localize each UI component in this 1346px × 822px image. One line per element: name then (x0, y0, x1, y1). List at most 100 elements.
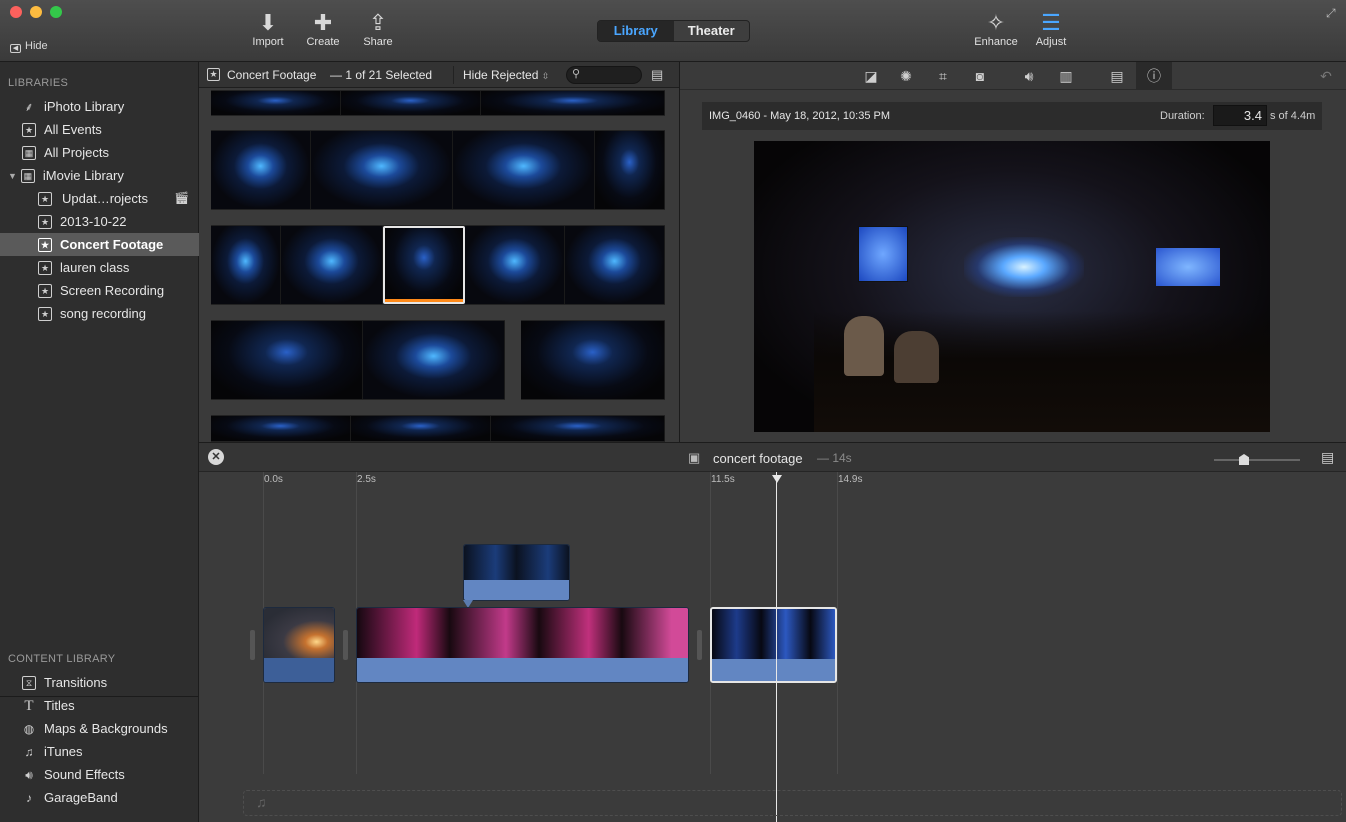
content-item-itunes[interactable]: ♫ iTunes (0, 740, 199, 763)
zoom-window-button[interactable] (50, 6, 62, 18)
content-item-transitions[interactable]: ⧖ Transitions (0, 671, 199, 694)
playhead[interactable] (776, 472, 777, 822)
ruler-tick (837, 472, 838, 774)
playhead-head[interactable] (772, 475, 782, 483)
clip-info-bar: IMG_0460 - May 18, 2012, 10:35 PM Durati… (702, 102, 1322, 130)
clip-name: IMG_0460 - May 18, 2012, 10:35 PM (709, 110, 890, 122)
minimize-window-button[interactable] (30, 6, 42, 18)
filmstrip-row[interactable] (211, 90, 665, 116)
transitions-icon: ⧖ (22, 675, 36, 690)
preview-person (844, 316, 884, 376)
crop-icon[interactable]: ⌗ (931, 66, 955, 86)
close-project-icon[interactable]: ✕ (208, 449, 224, 465)
filmstrip-icon[interactable]: ▤ (1105, 66, 1129, 86)
sidebar-item-label: song recording (60, 306, 146, 321)
filmstrip-settings-icon[interactable]: ▤ (651, 67, 663, 83)
import-label: Import (252, 36, 284, 48)
star-box-icon: ★ (22, 122, 36, 137)
sidebar-item-lauren-class[interactable]: ★ lauren class (0, 256, 199, 279)
zoom-slider[interactable] (1214, 454, 1300, 465)
transition-handle[interactable] (343, 630, 348, 660)
search-input[interactable] (585, 68, 637, 82)
titles-icon: T (24, 697, 34, 714)
divider (453, 66, 454, 84)
sidebar-item-all-projects[interactable]: ▦ All Projects (0, 141, 199, 164)
video-preview[interactable] (754, 141, 1270, 432)
create-button[interactable]: ✚ Create (293, 10, 353, 48)
enhance-label: Enhance (974, 36, 1018, 48)
zoom-slider-knob[interactable] (1239, 454, 1249, 465)
project-name: concert footage (713, 451, 803, 466)
timeline-settings-icon[interactable]: ▤ (1321, 449, 1334, 466)
sidebar-item-all-events[interactable]: ★ All Events (0, 118, 199, 141)
project-duration: — 14s (817, 451, 852, 465)
enhance-button[interactable]: ✧ Enhance (966, 10, 1026, 48)
hide-libraries-button[interactable]: ◀ Hide (10, 40, 48, 53)
tab-theater[interactable]: Theater (674, 21, 750, 41)
camera-stabilization-icon[interactable]: ◙ (968, 66, 992, 86)
duration-total: s of 4.4m (1270, 110, 1316, 122)
timeline-clip-sunset[interactable] (263, 607, 335, 683)
filmstrip-row[interactable] (211, 415, 665, 442)
content-item-sound-effects[interactable]: 🔊︎ Sound Effects (0, 763, 199, 786)
tab-library[interactable]: Library (598, 21, 674, 41)
sidebar-item-screen-recording[interactable]: ★ Screen Recording (0, 279, 199, 302)
adjust-label: Adjust (1035, 36, 1067, 48)
star-box-icon: ★ (207, 68, 220, 81)
timeline-clip-selected[interactable] (710, 607, 837, 683)
filmstrip-row[interactable] (521, 320, 665, 400)
content-item-garageband[interactable]: ♪ GarageBand (0, 786, 199, 809)
fullscreen-icon[interactable]: ⤢ (1326, 6, 1336, 21)
preview-screen-right (1156, 248, 1220, 286)
clapper-icon: 🎬︎ (174, 191, 190, 205)
content-item-maps-backgrounds[interactable]: ◍ Maps & Backgrounds (0, 717, 199, 740)
adjust-button[interactable]: ☰ Adjust (1021, 10, 1081, 48)
reset-icon[interactable]: ↶ (1314, 66, 1338, 86)
sidebar-item-song-recording[interactable]: ★ song recording (0, 302, 199, 325)
cutaway-clip[interactable] (463, 544, 570, 601)
info-icon[interactable]: ⓘ (1136, 62, 1172, 90)
timeline-clip-concert-pink[interactable] (356, 607, 689, 683)
magic-wand-icon: ✧ (986, 10, 1006, 35)
sidebar-item-concert-footage[interactable]: ★ Concert Footage (0, 233, 199, 256)
filmstrip-row[interactable] (211, 320, 505, 400)
search-field[interactable]: ⚲ (566, 66, 642, 84)
sidebar-item-updated-projects[interactable]: ★ Updat…rojects 🎬︎ (0, 187, 199, 210)
share-label: Share (363, 36, 393, 48)
plus-icon: ✚ (313, 10, 333, 35)
sidebar-item-iphoto-library[interactable]: ⸙ iPhoto Library (0, 95, 199, 118)
share-button[interactable]: ⇪ Share (348, 10, 408, 48)
filmstrip-row[interactable] (211, 130, 665, 210)
color-palette-icon[interactable]: ✺ (894, 66, 918, 86)
content-item-titles[interactable]: T Titles (0, 694, 199, 717)
music-note-icon: ♫ (24, 744, 34, 759)
filter-popup[interactable]: Hide Rejected ⇳ (463, 68, 549, 82)
libraries-heading: LIBRARIES (8, 77, 69, 89)
guitar-icon: ♪ (26, 790, 32, 805)
viewer-panel: ◪ ✺ ⌗ ◙ 🔊︎ ▥ ▤ ⓘ ↶ IMG_0460 - May 18, 20… (680, 62, 1346, 442)
timeline-header: ✕ ▣ concert footage — 14s ▤ (199, 442, 1346, 472)
filmstrip-row[interactable] (211, 225, 665, 305)
library-theater-switch: Library Theater (597, 20, 750, 42)
ruler-label: 0.0s (264, 474, 283, 485)
sidebar-item-2013-10-22[interactable]: ★ 2013-10-22 (0, 210, 199, 233)
filter-label: Hide Rejected (463, 68, 539, 82)
sidebar-item-imovie-library[interactable]: ▼ ▦ iMovie Library (0, 164, 199, 187)
hide-label: Hide (25, 40, 48, 52)
disclosure-triangle-icon[interactable]: ▼ (8, 171, 17, 181)
transition-handle[interactable] (697, 630, 702, 660)
star-box-icon: ★ (38, 260, 52, 275)
color-balance-icon[interactable]: ◪ (859, 66, 883, 86)
transition-handle[interactable] (250, 630, 255, 660)
music-well[interactable]: ♫ (243, 790, 1342, 816)
create-label: Create (306, 36, 340, 48)
duration-field[interactable]: 3.4 (1213, 105, 1267, 126)
sidebar-item-label: iPhoto Library (44, 99, 125, 114)
close-window-button[interactable] (10, 6, 22, 18)
selected-clip-range[interactable] (383, 226, 465, 304)
equalizer-icon[interactable]: ▥ (1054, 66, 1078, 86)
palm-tree-icon: ⸙ (24, 99, 34, 114)
timeline[interactable]: 0.0s 2.5s 11.5s 14.9s ♫ (199, 472, 1346, 822)
volume-icon[interactable]: 🔊︎ (1017, 66, 1041, 86)
import-button[interactable]: ⬇ Import (238, 10, 298, 48)
